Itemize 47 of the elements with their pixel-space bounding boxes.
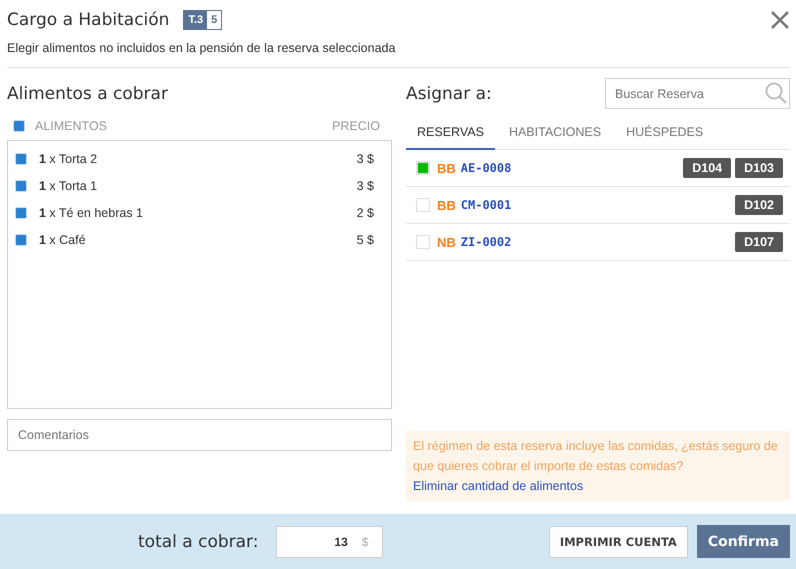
warning-message: El régimen de esta reserva incluye las comidas, ¿estás seguro de que quieres cobrar el importe de estas comidas? Eliminar cantidad de alimentos — [406, 431, 790, 501]
food-checkbox[interactable] — [15, 180, 27, 192]
food-checkbox[interactable] — [15, 152, 27, 164]
food-item: 1 x Torta 2 — [39, 152, 98, 166]
currency-unit: $ — [362, 534, 368, 548]
dialog-subtitle: Elegir alimentos no incluidos en la pensión de la reserva seleccionada — [7, 41, 790, 68]
food-price: 2 $ — [356, 206, 374, 220]
food-item: 1 x Torta 1 — [39, 178, 98, 192]
reservation-checkbox[interactable] — [416, 235, 430, 249]
room-tag: D102 — [735, 195, 783, 215]
food-checkbox[interactable] — [15, 234, 27, 246]
table-label: T.3 — [184, 11, 208, 29]
search-field[interactable]: Buscar Reserva — [605, 78, 790, 109]
reservation-code: AE-0008 — [460, 161, 512, 175]
column-header: PRECIO — [332, 119, 380, 133]
tab[interactable]: HABITACIONES — [498, 117, 612, 150]
food-price: 3 $ — [356, 152, 374, 166]
food-price: 3 $ — [356, 178, 374, 192]
reservation-code: ZI-0002 — [460, 235, 512, 249]
reservation-checkbox[interactable] — [416, 161, 430, 175]
section-heading: Asignar a: — [406, 84, 492, 104]
tab[interactable]: RESERVAS — [406, 117, 495, 150]
total-label: total a cobrar: — [138, 532, 258, 552]
column-header: ALIMENTOS — [35, 119, 108, 133]
remove-link[interactable]: Eliminar cantidad de alimentos — [413, 479, 584, 493]
board-code: BB — [437, 160, 456, 176]
room-tag: D104 — [683, 158, 732, 178]
select-all-checkbox[interactable] — [13, 120, 25, 132]
food-item: 1 x Café — [39, 232, 86, 246]
confirm-button[interactable]: Confirma — [696, 525, 790, 558]
room-tag: D107 — [735, 232, 783, 252]
tab[interactable]: HUÉSPEDES — [615, 117, 714, 150]
board-code: BB — [437, 198, 456, 212]
search-icon — [765, 82, 787, 104]
board-code: NB — [437, 234, 456, 250]
section-heading: Alimentos a cobrar — [7, 84, 169, 104]
print-button[interactable]: IMPRIMIR CUENTA — [548, 526, 688, 558]
close-icon[interactable] — [770, 10, 790, 30]
reservation-code: CM-0001 — [460, 198, 512, 212]
room-tag: D103 — [735, 158, 783, 178]
food-price: 5 $ — [356, 232, 374, 246]
dialog-title: Cargo a Habitación — [7, 10, 170, 30]
comments-field[interactable]: Comentarios — [7, 419, 392, 451]
total-field[interactable]: 13 $ — [276, 526, 384, 558]
food-checkbox[interactable] — [15, 206, 27, 218]
food-item: 1 x Té en hebras 1 — [39, 206, 144, 220]
reservation-checkbox[interactable] — [416, 198, 430, 212]
